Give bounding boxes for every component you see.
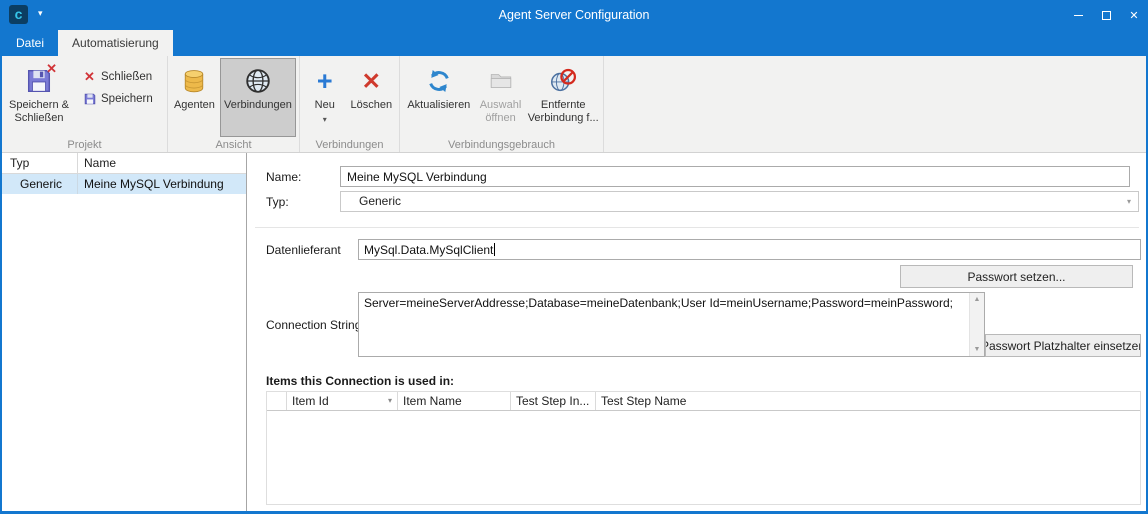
close-project-label: Schließen xyxy=(101,71,152,83)
usage-column-test-step-name[interactable]: Test Step Name xyxy=(596,392,1140,410)
app-window: c ▾ Agent Server Configuration ✕ Datei A… xyxy=(0,0,1148,514)
tab-datei[interactable]: Datei xyxy=(2,30,58,56)
connection-string-scrollbar[interactable]: ▲ ▼ xyxy=(969,293,984,356)
open-selection-button[interactable]: Auswahl öffnen xyxy=(475,58,527,137)
typ-combobox[interactable]: Generic ▾ xyxy=(340,191,1139,212)
new-connection-button[interactable]: + Neu ▾ xyxy=(303,58,347,137)
save-label: Speichern xyxy=(101,93,153,105)
minimize-icon xyxy=(1074,15,1083,16)
set-password-button[interactable]: Passwort setzen... xyxy=(900,265,1133,288)
ribbon-group-verbindungen: + Neu ▾ ✕ Löschen Verbindungen xyxy=(300,56,400,152)
refresh-icon xyxy=(425,63,453,99)
insert-password-placeholder-button[interactable]: Passwort Platzhalter einsetzen xyxy=(985,334,1141,357)
delete-connection-button[interactable]: ✕ Löschen xyxy=(347,58,396,137)
provider-input[interactable]: MySql.Data.MySqlClient xyxy=(358,239,1141,260)
usage-indicator-column xyxy=(267,392,287,410)
ribbon-tabrow: Datei Automatisierung xyxy=(2,30,1146,56)
scroll-up-icon[interactable]: ▲ xyxy=(970,293,984,306)
refresh-button[interactable]: Aktualisieren xyxy=(403,58,475,137)
ribbon-group-ansicht: Agenten Verbindungen Ansicht xyxy=(168,56,300,152)
typ-combobox-value: Generic xyxy=(341,192,1120,211)
filter-dropdown-icon[interactable]: ▾ xyxy=(388,392,392,410)
ribbon: ✕ Speichern & Schließen ✕ Schließen xyxy=(2,56,1146,153)
name-label: Name: xyxy=(266,170,301,184)
name-input[interactable] xyxy=(340,166,1130,187)
connection-string-input[interactable]: Server=meineServerAddresse;Database=mein… xyxy=(358,292,985,357)
connection-string-label: Connection String xyxy=(266,318,361,332)
remote-connection-label-line2: Verbindung f... xyxy=(528,112,599,125)
group-label-ansicht: Ansicht xyxy=(168,139,299,151)
close-x-icon: ✕ xyxy=(81,69,98,85)
minimize-button[interactable] xyxy=(1064,0,1092,30)
new-plus-icon: + xyxy=(317,63,333,99)
usage-column-item-name[interactable]: Item Name xyxy=(398,392,511,410)
ribbon-group-projekt: ✕ Speichern & Schließen ✕ Schließen xyxy=(2,56,168,152)
remote-connection-globe-icon xyxy=(548,63,578,99)
typ-label: Typ: xyxy=(266,195,289,209)
refresh-label: Aktualisieren xyxy=(407,99,470,112)
connection-string-value: Server=meineServerAddresse;Database=mein… xyxy=(364,296,965,311)
open-folder-icon xyxy=(488,63,514,99)
usage-table: Item Id ▾ Item Name Test Step In... Test… xyxy=(266,391,1141,505)
column-header-name[interactable]: Name xyxy=(78,153,246,173)
usage-column-test-step-in[interactable]: Test Step In... xyxy=(511,392,596,410)
ribbon-group-verbindungsgebrauch: Aktualisieren Auswahl öffnen xyxy=(400,56,604,152)
usage-column-item-id-label: Item Id xyxy=(292,394,329,408)
agents-database-icon xyxy=(180,63,208,99)
cell-name: Meine MySQL Verbindung xyxy=(78,174,246,194)
connection-list-row-selected[interactable]: Generic Meine MySQL Verbindung xyxy=(2,174,246,194)
save-close-icon: ✕ xyxy=(24,63,54,99)
save-close-label-line2: Schließen xyxy=(15,112,64,125)
scroll-down-icon[interactable]: ▼ xyxy=(970,343,984,356)
delete-label: Löschen xyxy=(350,99,392,112)
agents-button[interactable]: Agenten xyxy=(171,58,218,137)
new-label: Neu xyxy=(315,99,335,112)
open-selection-label-line1: Auswahl xyxy=(480,99,522,112)
save-icon xyxy=(81,92,98,106)
maximize-button[interactable] xyxy=(1092,0,1120,30)
form-separator xyxy=(255,227,1139,228)
maximize-icon xyxy=(1102,11,1111,20)
column-header-typ[interactable]: Typ xyxy=(2,153,78,173)
provider-input-value: MySql.Data.MySqlClient xyxy=(364,243,493,257)
save-and-close-button[interactable]: ✕ Speichern & Schließen xyxy=(5,58,73,137)
usage-table-header: Item Id ▾ Item Name Test Step In... Test… xyxy=(267,392,1140,411)
connections-label: Verbindungen xyxy=(224,99,292,112)
close-icon: ✕ xyxy=(1129,9,1138,22)
remote-connection-button[interactable]: Entfernte Verbindung f... xyxy=(526,58,600,137)
usage-label: Items this Connection is used in: xyxy=(266,374,454,388)
window-title: Agent Server Configuration xyxy=(0,0,1148,30)
close-button[interactable]: ✕ xyxy=(1120,0,1148,30)
cell-typ: Generic xyxy=(2,174,78,194)
provider-label: Datenlieferant xyxy=(266,243,341,257)
usage-column-item-id[interactable]: Item Id ▾ xyxy=(287,392,398,410)
remote-connection-label-line1: Entfernte xyxy=(541,99,586,112)
group-label-verbindungen: Verbindungen xyxy=(300,139,399,151)
save-button[interactable]: Speichern xyxy=(77,88,157,110)
content-area: Typ Name Generic Meine MySQL Verbindung … xyxy=(2,153,1146,511)
save-close-label-line1: Speichern & xyxy=(9,99,69,112)
text-cursor xyxy=(494,243,495,256)
open-selection-label-line2: öffnen xyxy=(485,112,515,125)
new-dropdown-caret-icon[interactable]: ▾ xyxy=(323,113,327,126)
group-label-verbindungsgebrauch: Verbindungsgebrauch xyxy=(400,139,603,151)
connections-button[interactable]: Verbindungen xyxy=(220,58,296,137)
agents-label: Agenten xyxy=(174,99,215,112)
chevron-down-icon[interactable]: ▾ xyxy=(1120,192,1138,211)
connections-globe-icon xyxy=(243,63,273,99)
group-label-projekt: Projekt xyxy=(2,139,167,151)
red-x-overlay-icon: ✕ xyxy=(46,62,57,75)
ribbon-spacer xyxy=(604,56,1146,152)
connection-list-header: Typ Name xyxy=(2,153,246,174)
connection-list-panel: Typ Name Generic Meine MySQL Verbindung xyxy=(2,153,247,511)
titlebar: c ▾ Agent Server Configuration ✕ xyxy=(0,0,1148,30)
close-project-button[interactable]: ✕ Schließen xyxy=(77,66,157,88)
tab-automatisierung[interactable]: Automatisierung xyxy=(58,30,173,56)
connection-detail-panel: Name: Typ: Generic ▾ Datenlieferant MySq… xyxy=(247,153,1146,511)
delete-x-icon: ✕ xyxy=(362,63,381,99)
usage-table-body xyxy=(267,411,1140,501)
